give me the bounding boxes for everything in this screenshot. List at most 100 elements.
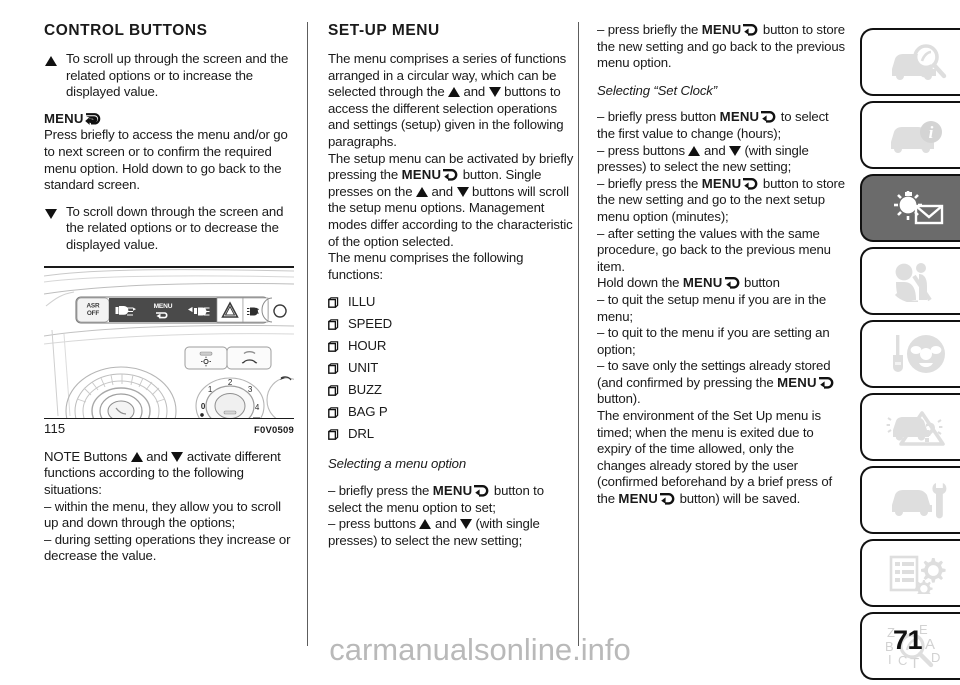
menu-label: MENU <box>777 374 817 390</box>
page-number: 71 <box>892 625 923 655</box>
note-bullet-2: – during setting operations they increas… <box>44 531 291 564</box>
sidebar-item-starting-and-driving[interactable] <box>860 320 960 388</box>
triangle-down-icon <box>729 145 742 156</box>
car-magnifier-icon <box>886 41 948 83</box>
cube-bullet-icon <box>328 385 339 396</box>
c3-b2-a: – briefly press button <box>597 109 717 125</box>
sidebar-item-dashboard-info[interactable]: i <box>860 101 960 169</box>
triangle-down-icon <box>171 451 184 462</box>
setup-b1-a: – briefly press the <box>328 482 430 498</box>
car-info-icon: i <box>886 114 948 156</box>
menu-label: MENU <box>618 491 659 507</box>
column-control-buttons: CONTROL BUTTONS To scroll up through the… <box>44 22 294 565</box>
clock-bullet-5: – after setting the values with the same… <box>597 225 831 274</box>
svg-text:ASR: ASR <box>86 302 100 309</box>
setup-p2-and: and <box>431 183 453 199</box>
setup-paragraph-2: The setup menu can be activated by brief… <box>328 151 578 251</box>
setup-bullet-1: – briefly press the MENU button to selec… <box>328 483 578 516</box>
triangle-up-icon <box>415 186 428 197</box>
uturn-arrow-icon <box>742 24 759 36</box>
menu-label: MENU <box>701 22 742 37</box>
watermark: carmanualsonline.info <box>329 632 631 667</box>
uturn-arrow-icon <box>442 169 459 181</box>
list-item-label: UNIT <box>348 360 379 376</box>
list-item-label: BAG P <box>348 404 388 420</box>
svg-text:1: 1 <box>208 385 213 394</box>
c3-b3-and: and <box>703 142 726 158</box>
selecting-menu-option-subhead: Selecting a menu option <box>328 456 467 472</box>
c3-b8-b: button). <box>597 391 641 407</box>
uturn-arrow-icon <box>473 484 490 497</box>
column-divider-2 <box>578 22 579 646</box>
c3-b4-a: – briefly press the <box>597 175 699 191</box>
triangle-down-icon <box>460 519 473 530</box>
menu-button-heading: MENU <box>44 111 294 128</box>
scroll-down-text: To scroll down through the screen and th… <box>66 203 284 252</box>
note-text-1: NOTE Buttons <box>44 448 128 464</box>
sun-envelope-icon <box>886 187 948 229</box>
sidebar-item-lights-and-messages[interactable] <box>860 174 960 242</box>
menu-paragraph: Press briefly to access the menu and/or … <box>44 127 288 193</box>
clock-bullet-7: – to quit to the menu if you are setting… <box>597 325 830 357</box>
page-title: CONTROL BUTTONS <box>44 22 208 39</box>
cube-bullet-icon <box>328 319 339 330</box>
svg-text:OFF: OFF <box>87 310 100 317</box>
menu-label: MENU <box>401 167 442 183</box>
uturn-arrow-icon <box>818 376 835 389</box>
sidebar-item-technical-specifications[interactable] <box>860 539 960 607</box>
column-divider-1 <box>307 22 308 646</box>
cube-bullet-icon <box>328 363 339 374</box>
list-item-label: BUZZ <box>348 382 382 398</box>
list-item: BUZZ <box>328 379 578 401</box>
sidebar-item-car-inspection[interactable] <box>860 28 960 96</box>
triangle-down-icon <box>488 87 501 98</box>
figure-image: ASR OFF MENU 2 1 3 4 0 <box>44 267 294 418</box>
hold-down-line: Hold down the MENU button <box>597 275 845 292</box>
clock-bullet-4: – briefly press the MENU button to store… <box>597 176 845 226</box>
triangle-up-icon <box>688 145 701 156</box>
c3-b3-a: – press buttons <box>597 142 685 158</box>
setup-paragraph-3: The menu comprises the following functio… <box>328 250 524 282</box>
list-item: UNIT <box>328 357 578 379</box>
setup-function-list: ILLU SPEED HOUR UNIT BUZZ BAG P DRL <box>328 291 578 445</box>
clock-closing-paragraph: The environment of the Set Up menu is ti… <box>597 408 845 508</box>
svg-text:i: i <box>929 123 934 142</box>
car-warning-triangle-icon <box>886 406 948 448</box>
cube-bullet-icon <box>328 407 339 418</box>
scroll-up-text: To scroll up through the screen and the … <box>66 51 289 100</box>
uturn-arrow-icon <box>760 111 777 123</box>
list-item-label: DRL <box>348 426 374 442</box>
setup-b2-a: – press buttons <box>328 516 416 532</box>
clock-bullet-6: – to quit the setup menu if you are in t… <box>597 291 827 324</box>
cube-bullet-icon <box>328 429 339 440</box>
note-bullet-1: – within the menu, they allow you to scr… <box>44 498 281 531</box>
triangle-down-icon <box>456 186 469 197</box>
svg-text:4: 4 <box>255 403 260 412</box>
triangle-up-icon <box>419 519 432 530</box>
uturn-arrow-icon <box>724 277 741 289</box>
section-tab-rail: i Z B I C T E A D <box>860 28 960 685</box>
seatbelt-person-icon <box>886 260 948 302</box>
figure-dashboard-controls: ASR OFF MENU 2 1 3 4 0 115 F0V0509 <box>44 265 294 440</box>
cube-bullet-icon <box>328 341 339 352</box>
setup-bullet-2: – press buttons and (with single presses… <box>328 516 578 549</box>
list-item: DRL <box>328 423 578 445</box>
cube-bullet-icon <box>328 297 339 308</box>
manual-page: CONTROL BUTTONS To scroll up through the… <box>0 0 960 680</box>
selecting-set-clock-subhead: Selecting “Set Clock” <box>597 82 717 98</box>
figure-number: 115 <box>44 421 66 437</box>
scroll-down-item: To scroll down through the screen and th… <box>44 204 294 254</box>
car-wrench-icon <box>886 479 948 521</box>
list-item: SPEED <box>328 313 578 335</box>
list-item-label: HOUR <box>348 338 387 354</box>
setup-menu-title: SET-UP MENU <box>328 22 440 39</box>
figure-code: F0V0509 <box>254 425 294 437</box>
menu-label: MENU <box>682 275 723 291</box>
c3-end-b: button) will be saved. <box>679 491 801 507</box>
sidebar-item-emergency[interactable] <box>860 393 960 461</box>
triangle-up-icon <box>448 87 461 98</box>
sidebar-item-maintenance[interactable] <box>860 466 960 534</box>
key-steering-wheel-icon <box>886 333 948 375</box>
menu-label: MENU <box>719 109 760 125</box>
sidebar-item-safety-seatbelt[interactable] <box>860 247 960 315</box>
